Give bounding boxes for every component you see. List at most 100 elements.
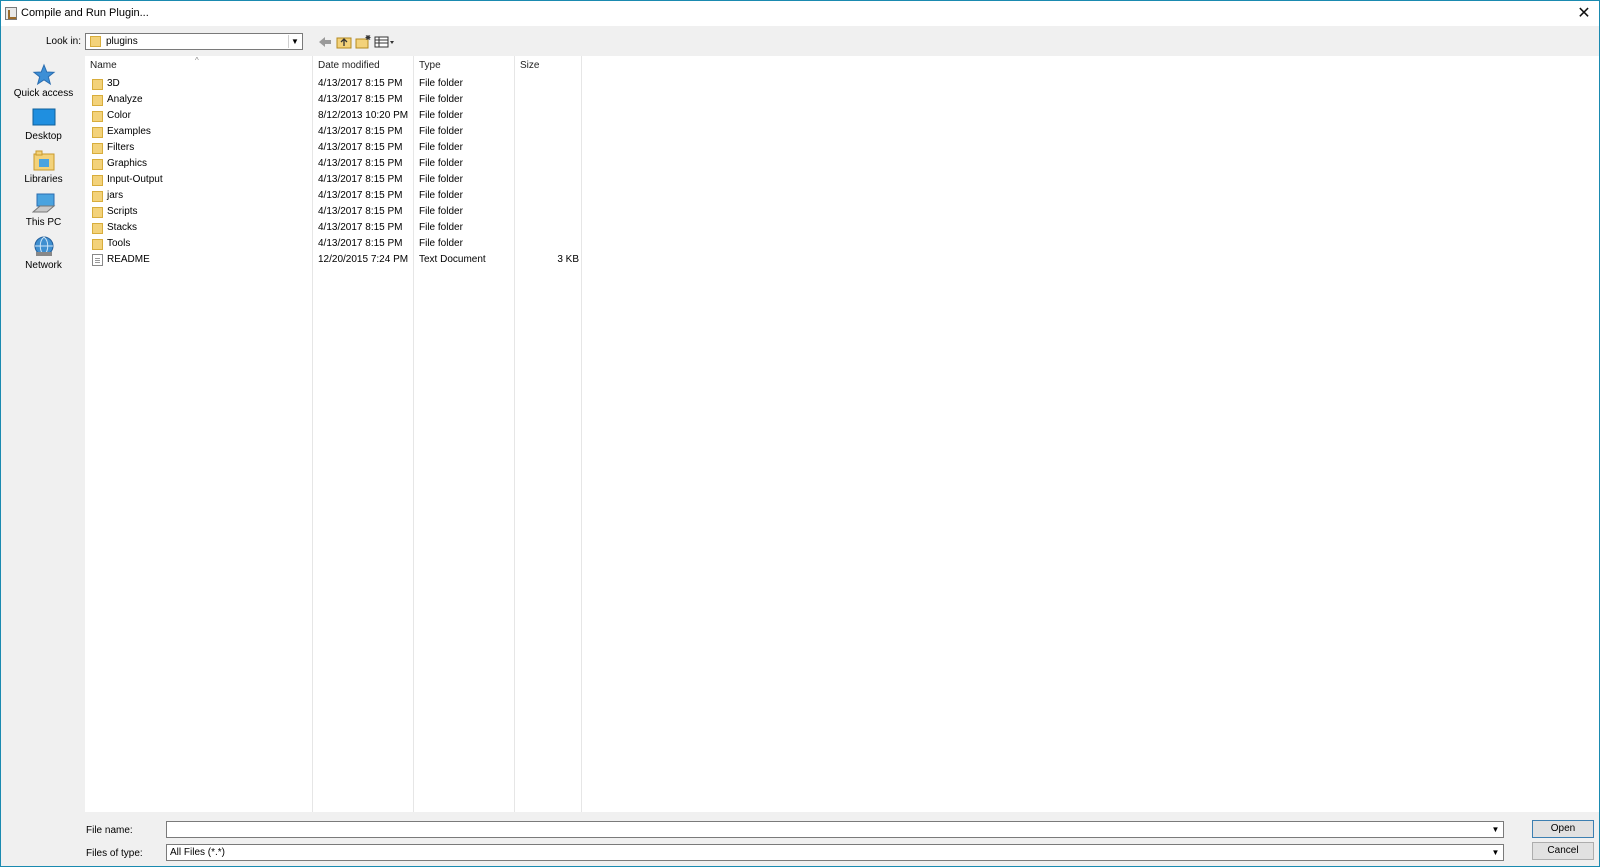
file-row[interactable]: Analyze 4/13/2017 8:15 PM File folder bbox=[85, 92, 665, 108]
folder-icon bbox=[92, 127, 103, 138]
file-row[interactable]: Tools 4/13/2017 8:15 PM File folder bbox=[85, 236, 665, 252]
file-name: Input-Output bbox=[107, 174, 163, 185]
places-bar: Quick access Desktop Libraries This PC N… bbox=[2, 56, 85, 812]
file-date: 4/13/2017 8:15 PM bbox=[318, 142, 403, 153]
filetype-label: Files of type: bbox=[86, 848, 143, 859]
folder-icon bbox=[92, 159, 103, 170]
libraries-icon bbox=[33, 150, 54, 171]
file-name: README bbox=[107, 254, 150, 265]
folder-icon bbox=[92, 175, 103, 186]
file-row[interactable]: Stacks 4/13/2017 8:15 PM File folder bbox=[85, 220, 665, 236]
file-date: 12/20/2015 7:24 PM bbox=[318, 254, 409, 265]
cancel-button[interactable]: Cancel bbox=[1532, 842, 1594, 860]
lookin-label: Look in: bbox=[46, 36, 82, 47]
place-label: Libraries bbox=[24, 174, 63, 185]
place-this-pc[interactable]: This PC bbox=[2, 188, 85, 230]
chevron-down-icon[interactable]: ▼ bbox=[1489, 846, 1502, 859]
file-type: File folder bbox=[419, 142, 463, 153]
file-type: File folder bbox=[419, 206, 463, 217]
file-date: 4/13/2017 8:15 PM bbox=[318, 174, 403, 185]
file-dialog-window: Compile and Run Plugin... ✕ Look in: plu… bbox=[0, 0, 1600, 867]
file-name: Stacks bbox=[107, 222, 138, 233]
close-button[interactable]: ✕ bbox=[1575, 5, 1593, 23]
folder-icon bbox=[92, 95, 103, 106]
place-network[interactable]: Network bbox=[2, 231, 85, 273]
file-type: File folder bbox=[419, 222, 463, 233]
file-date: 4/13/2017 8:15 PM bbox=[318, 206, 403, 217]
file-date: 4/13/2017 8:15 PM bbox=[318, 222, 403, 233]
network-globe-icon bbox=[34, 236, 53, 256]
file-size: 3 KB bbox=[557, 254, 579, 265]
place-label: Quick access bbox=[13, 88, 74, 99]
file-row[interactable]: Color 8/12/2013 10:20 PM File folder bbox=[85, 108, 665, 124]
file-name: 3D bbox=[107, 78, 120, 89]
file-type: File folder bbox=[419, 190, 463, 201]
chevron-down-icon[interactable]: ▼ bbox=[1489, 823, 1502, 836]
back-arrow-icon bbox=[319, 37, 331, 47]
view-menu-button[interactable] bbox=[374, 34, 396, 50]
new-folder-button[interactable] bbox=[355, 34, 371, 50]
file-name: jars bbox=[107, 190, 124, 201]
file-name: Examples bbox=[107, 126, 151, 137]
file-type: File folder bbox=[419, 174, 463, 185]
file-type: File folder bbox=[419, 94, 463, 105]
column-header-type[interactable]: Type bbox=[419, 60, 441, 71]
back-button[interactable] bbox=[317, 34, 333, 50]
file-list[interactable]: ^ Name Date modified Type Size 3D 4/13/20… bbox=[85, 56, 1599, 812]
file-row[interactable]: Input-Output 4/13/2017 8:15 PM File folder bbox=[85, 172, 665, 188]
folder-icon bbox=[92, 223, 103, 234]
sort-ascending-icon: ^ bbox=[195, 56, 199, 65]
computer-icon bbox=[31, 193, 55, 213]
file-name: Scripts bbox=[107, 206, 138, 217]
column-header-name[interactable]: Name bbox=[90, 60, 117, 71]
window-title: Compile and Run Plugin... bbox=[21, 7, 149, 19]
up-folder-button[interactable] bbox=[336, 34, 352, 50]
up-folder-icon bbox=[336, 37, 352, 49]
file-type: File folder bbox=[419, 78, 463, 89]
column-header-size[interactable]: Size bbox=[520, 60, 539, 71]
folder-icon bbox=[92, 207, 103, 218]
place-quick-access[interactable]: Quick access bbox=[2, 59, 85, 101]
filetype-value: All Files (*.*) bbox=[170, 847, 226, 858]
star-icon bbox=[32, 63, 55, 86]
filename-input[interactable]: ▼ bbox=[166, 821, 1504, 838]
file-row[interactable]: Examples 4/13/2017 8:15 PM File folder bbox=[85, 124, 665, 140]
file-date: 4/13/2017 8:15 PM bbox=[318, 190, 403, 201]
open-button[interactable]: Open bbox=[1532, 820, 1594, 838]
place-libraries[interactable]: Libraries bbox=[2, 145, 85, 187]
file-row[interactable]: 3D 4/13/2017 8:15 PM File folder bbox=[85, 76, 665, 92]
file-row[interactable]: Scripts 4/13/2017 8:15 PM File folder bbox=[85, 204, 665, 220]
file-type: Text Document bbox=[419, 254, 486, 265]
place-label: This PC bbox=[25, 217, 62, 228]
file-name: Color bbox=[107, 110, 131, 121]
file-date: 4/13/2017 8:15 PM bbox=[318, 94, 403, 105]
file-row[interactable]: README 12/20/2015 7:24 PM Text Document 3 K… bbox=[85, 252, 665, 268]
details-view-icon bbox=[374, 36, 394, 48]
place-label: Desktop bbox=[25, 131, 62, 142]
chevron-down-icon[interactable]: ▼ bbox=[288, 35, 301, 48]
file-name: Filters bbox=[107, 142, 135, 153]
file-name: Tools bbox=[107, 238, 131, 249]
place-desktop[interactable]: Desktop bbox=[2, 102, 85, 144]
document-icon bbox=[92, 254, 103, 266]
lookin-value: plugins bbox=[106, 36, 138, 47]
file-row[interactable]: Graphics 4/13/2017 8:15 PM File folder bbox=[85, 156, 665, 172]
file-name: Graphics bbox=[107, 158, 148, 169]
column-header-date[interactable]: Date modified bbox=[318, 60, 380, 71]
java-app-icon bbox=[5, 7, 17, 20]
file-type: File folder bbox=[419, 110, 463, 121]
file-row[interactable]: jars 4/13/2017 8:15 PM File folder bbox=[85, 188, 665, 204]
file-date: 4/13/2017 8:15 PM bbox=[318, 158, 403, 169]
filetype-select[interactable]: All Files (*.*) ▼ bbox=[166, 844, 1504, 861]
filename-label: File name: bbox=[86, 825, 133, 836]
lookin-combo[interactable]: plugins ▼ bbox=[85, 33, 303, 50]
folder-icon bbox=[92, 111, 103, 122]
place-label: Network bbox=[25, 260, 62, 271]
folder-icon bbox=[92, 79, 103, 90]
close-icon: ✕ bbox=[1577, 5, 1591, 22]
file-date: 4/13/2017 8:15 PM bbox=[318, 238, 403, 249]
file-row[interactable]: Filters 4/13/2017 8:15 PM File folder bbox=[85, 140, 665, 156]
file-date: 8/12/2013 10:20 PM bbox=[318, 110, 409, 121]
file-name: Analyze bbox=[107, 94, 143, 105]
new-folder-icon bbox=[355, 35, 371, 49]
